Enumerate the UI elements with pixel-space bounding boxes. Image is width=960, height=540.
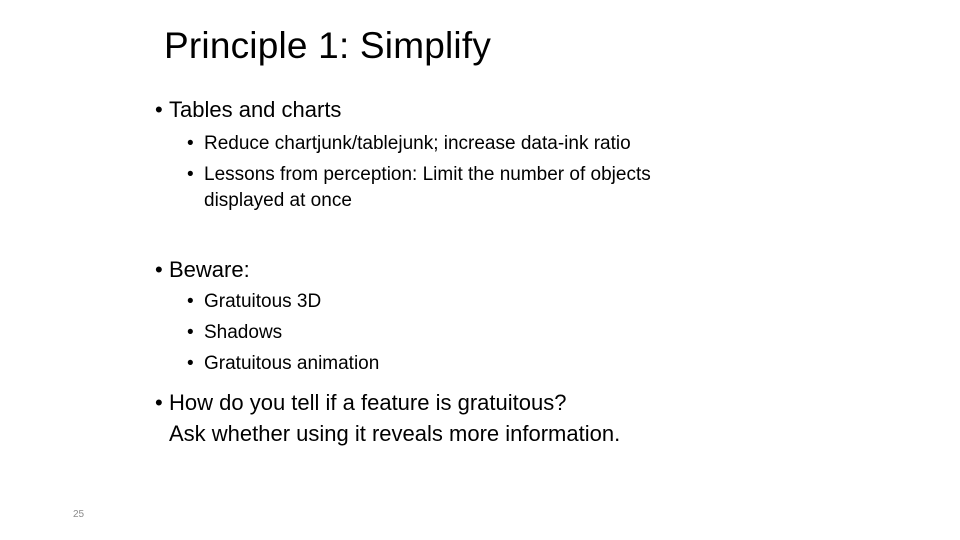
bullet-icon: • bbox=[187, 291, 194, 312]
sub-bullet-text: Gratuitous animation bbox=[204, 353, 380, 374]
bullet-text: Ask whether using it reveals more inform… bbox=[169, 421, 621, 446]
sub-bullet-text: Shadows bbox=[204, 322, 283, 343]
bullet-text: Tables and charts bbox=[169, 97, 342, 122]
sub-bullet-text: displayed at once bbox=[204, 190, 352, 211]
slide-number: 25 bbox=[73, 509, 85, 520]
sub-bullet-text: Gratuitous 3D bbox=[204, 291, 322, 312]
bullet-icon: • bbox=[187, 164, 194, 185]
bullet-icon: • bbox=[155, 257, 163, 282]
bullet-icon: • bbox=[187, 322, 194, 343]
slide-title: Principle 1: Simplify bbox=[164, 25, 492, 66]
bullet-text: Beware: bbox=[169, 257, 250, 282]
sub-bullet-text: Reduce chartjunk/tablejunk; increase dat… bbox=[204, 133, 631, 154]
bullet-icon: • bbox=[155, 390, 163, 415]
bullet-icon: • bbox=[187, 133, 194, 154]
bullet-text: How do you tell if a feature is gratuito… bbox=[169, 390, 567, 415]
sub-bullet-text: Lessons from perception: Limit the numbe… bbox=[204, 164, 651, 185]
slide: Principle 1: Simplify • Tables and chart… bbox=[0, 0, 960, 540]
bullet-icon: • bbox=[187, 353, 194, 374]
bullet-icon: • bbox=[155, 97, 163, 122]
